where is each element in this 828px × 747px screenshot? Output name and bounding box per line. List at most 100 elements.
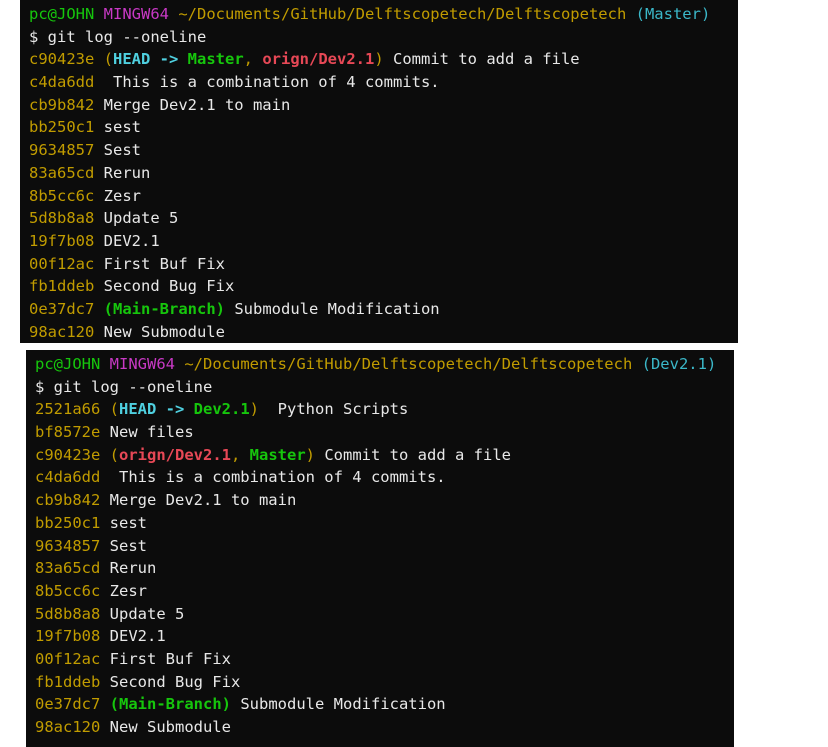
log-line: 5d8b8a8 Update 5 [29,207,738,230]
log-line-tagged: 0e37dc7 (Main-Branch) Submodule Modifica… [29,298,738,321]
terminal-window-dev[interactable]: pc@JOHN MINGW64 ~/Documents/GitHub/Delft… [26,350,734,747]
log-line-head: c90423e (HEAD -> Master, orign/Dev2.1) C… [29,50,580,69]
commit-hash: 8b5cc6c [35,581,101,600]
commit-message: Second Bug Fix [100,672,241,691]
branch-ref: (Main-Branch) [109,695,231,714]
log-line: fb1ddeb Second Bug Fix [29,275,738,298]
commit-message: Merge Dev2.1 to main [94,95,291,114]
log-line: 00f12ac First Buf Fix [29,253,738,276]
commit-message: Commit to add a file [315,445,511,464]
commit-hash: bb250c1 [29,118,95,137]
log-line: bf8572e New files [35,421,734,444]
commit-hash: 19f7b08 [35,627,101,646]
commit-hash: 0e37dc7 [29,299,95,318]
command-line: $ git log --oneline [35,377,213,396]
log-line: 83a65cd Rerun [29,162,738,185]
commit-hash: 5d8b8a8 [29,209,95,228]
log-line: 19f7b08 DEV2.1 [29,230,738,253]
head-pointer: HEAD -> [119,400,194,419]
log-line: 98ac120 New Submodule [29,321,738,344]
commit-message: This is a combination of 4 commits. [100,468,446,487]
prompt-branch: (Dev2.1) [641,355,717,373]
commit-hash: bf8572e [35,423,101,442]
commit-hash: 83a65cd [35,559,101,578]
branch-ref: Master [249,445,306,464]
commit-message: Commit to add a file [383,50,580,69]
commit-hash: c4da6dd [29,73,95,92]
log-line: cb9b842 Merge Dev2.1 to main [35,489,734,512]
branch-ref: Master [187,50,244,69]
commit-hash: 00f12ac [35,649,101,668]
prompt-line: pc@JOHN MINGW64 ~/Documents/GitHub/Delft… [35,353,734,376]
prompt-path: ~/Documents/GitHub/Delftscopetech/Delfts… [178,5,627,23]
command-line: $ git log --oneline [29,27,207,46]
commit-message: New Submodule [94,322,225,341]
commit-message: sest [94,118,141,137]
commit-message: Submodule Modification [225,299,440,318]
log-line: cb9b842 Merge Dev2.1 to main [29,94,738,117]
commit-hash: cb9b842 [35,491,101,510]
branch-ref: (Main-Branch) [103,299,225,318]
commit-message: Rerun [100,559,157,578]
commit-hash: 5d8b8a8 [35,604,101,623]
log-line: bb250c1 sest [29,116,738,139]
commit-hash: cb9b842 [29,95,95,114]
commit-message: First Buf Fix [94,254,225,273]
commit-message: Second Bug Fix [94,277,235,296]
prompt-user: pc@JOHN [29,5,95,23]
log-line: 8b5cc6c Zesr [29,185,738,208]
commit-message: sest [100,513,147,532]
prompt-env: MINGW64 [103,5,169,23]
log-line-head: 2521a66 (HEAD -> Dev2.1) Python Scripts [35,400,409,419]
terminal-window-master[interactable]: pc@JOHN MINGW64 ~/Documents/GitHub/Delft… [20,0,738,343]
prompt-user: pc@JOHN [35,355,101,373]
log-line: fb1ddeb Second Bug Fix [35,671,734,694]
commit-hash: 00f12ac [29,254,95,273]
commit-message: Sest [94,141,141,160]
commit-message: New files [100,423,194,442]
log-line: c4da6dd This is a combination of 4 commi… [29,71,738,94]
prompt-path: ~/Documents/GitHub/Delftscopetech/Delfts… [184,355,633,373]
log-line: bb250c1 sest [35,512,734,535]
commit-message: Sest [100,536,147,555]
prompt-line: pc@JOHN MINGW64 ~/Documents/GitHub/Delft… [29,3,738,26]
prompt-env: MINGW64 [109,355,175,373]
remote-ref: orign/Dev2.1 [119,445,231,464]
log-line: 19f7b08 DEV2.1 [35,625,734,648]
commit-message: Submodule Modification [231,695,446,714]
commit-hash: 19f7b08 [29,231,95,250]
commit-message: Zesr [100,581,147,600]
log-line: 9634857 Sest [29,139,738,162]
commit-message: DEV2.1 [100,627,166,646]
commit-message: Merge Dev2.1 to main [100,491,297,510]
commit-message: Zesr [94,186,141,205]
commit-message: Python Scripts [259,400,409,419]
commit-hash: fb1ddeb [35,672,101,691]
prompt-branch: (Master) [635,5,711,23]
log-line: 00f12ac First Buf Fix [35,648,734,671]
commit-hash: 83a65cd [29,163,95,182]
commit-hash: 9634857 [29,141,95,160]
commit-hash: bb250c1 [35,513,101,532]
commit-hash: 0e37dc7 [35,695,101,714]
commit-hash: 98ac120 [29,322,95,341]
commit-hash: 2521a66 [35,400,101,419]
log-line-tagged: 0e37dc7 (Main-Branch) Submodule Modifica… [35,693,734,716]
log-line: 98ac120 New Submodule [35,716,734,739]
commit-hash: fb1ddeb [29,277,95,296]
branch-ref: Dev2.1 [193,400,250,419]
commit-message: Rerun [94,163,151,182]
commit-hash: c90423e [35,445,101,464]
log-line-remote: c90423e (orign/Dev2.1, Master) Commit to… [35,445,511,464]
head-pointer: HEAD -> [113,50,188,69]
commit-hash: 9634857 [35,536,101,555]
commit-hash: 8b5cc6c [29,186,95,205]
commit-message: Update 5 [94,209,179,228]
commit-message: First Buf Fix [100,649,231,668]
commit-message: New Submodule [100,718,231,736]
commit-hash: c4da6dd [35,468,101,487]
log-line: 8b5cc6c Zesr [35,580,734,603]
log-line: 83a65cd Rerun [35,557,734,580]
commit-hash: c90423e [29,50,95,69]
log-line: 9634857 Sest [35,535,734,558]
